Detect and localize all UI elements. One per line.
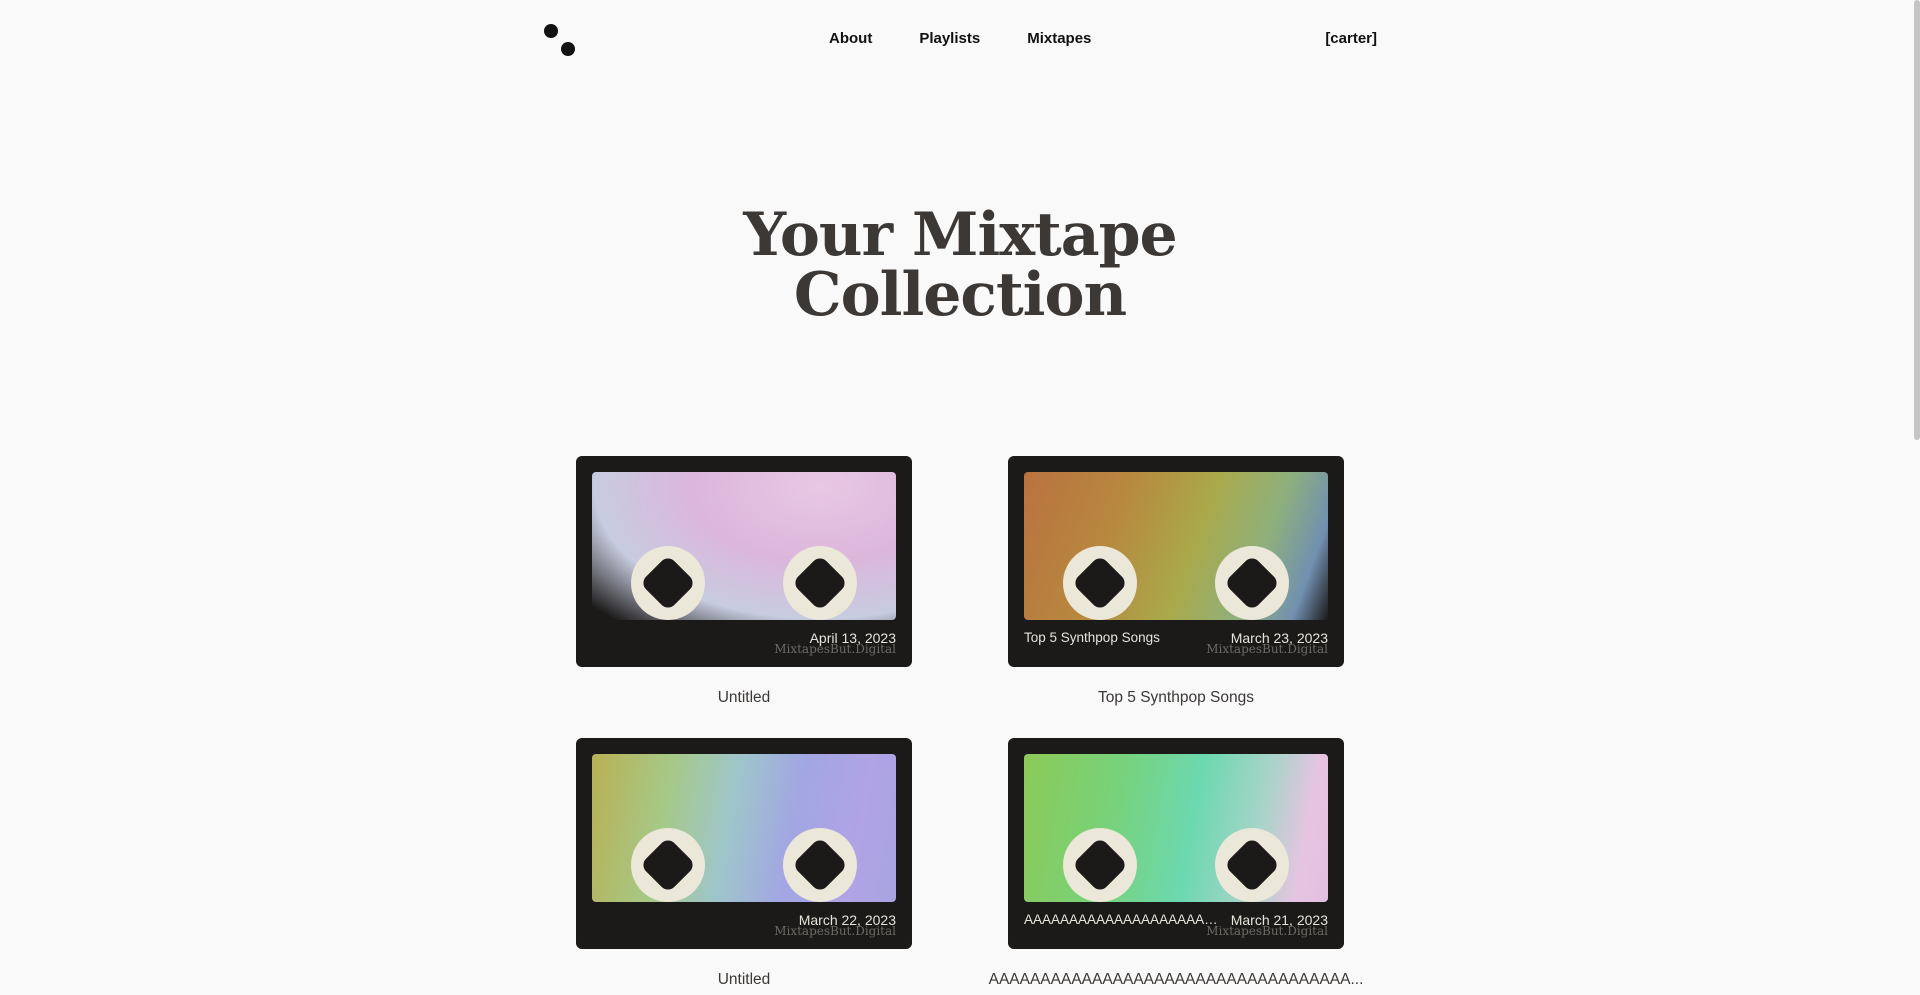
nav-about[interactable]: About <box>829 30 872 47</box>
nav-mixtapes[interactable]: Mixtapes <box>1027 30 1091 47</box>
card-name: AAAAAAAAAAAAAAAAAAAAAAAAAAAAAAAAAAA <box>1024 912 1224 927</box>
reel-hub <box>1071 836 1129 894</box>
mixtape-item: Top 5 Synthpop Songs March 23, 2023 Mixt… <box>1008 456 1344 707</box>
mixtape-card[interactable]: April 13, 2023 MixtapesBut.Digital <box>576 456 912 667</box>
reel-hub <box>639 554 697 612</box>
page-title-line-1: Your Mixtape <box>743 200 1177 270</box>
mixtape-caption[interactable]: AAAAAAAAAAAAAAAAAAAAAAAAAAAAAAAAAAA... <box>976 971 1376 989</box>
logo-icon[interactable] <box>544 24 578 58</box>
reel-hub <box>791 554 849 612</box>
cassette-reel <box>631 546 705 620</box>
card-brand: MixtapesBut.Digital <box>774 642 896 656</box>
mixtape-caption[interactable]: Top 5 Synthpop Songs <box>976 689 1376 707</box>
reel-hub <box>639 836 697 894</box>
mixtape-caption[interactable]: Untitled <box>576 689 912 707</box>
mixtape-item: April 13, 2023 MixtapesBut.Digital Untit… <box>576 456 912 707</box>
page-title-line-2: Collection <box>793 260 1127 330</box>
card-name: Top 5 Synthpop Songs <box>1024 630 1160 645</box>
mixtape-caption[interactable]: Untitled <box>576 971 912 989</box>
logo-dot <box>561 42 575 56</box>
user-menu[interactable]: [carter] <box>1325 30 1377 47</box>
site-header: About Playlists Mixtapes [carter] <box>544 20 1377 60</box>
reel-hub <box>1223 554 1281 612</box>
reel-hub <box>1071 554 1129 612</box>
cassette-reel <box>783 546 857 620</box>
mixtape-card[interactable]: Top 5 Synthpop Songs March 23, 2023 Mixt… <box>1008 456 1344 667</box>
cassette-reel <box>1215 546 1289 620</box>
mixtape-card[interactable]: AAAAAAAAAAAAAAAAAAAAAAAAAAAAAAAAAAA Marc… <box>1008 738 1344 949</box>
card-brand: MixtapesBut.Digital <box>1206 924 1328 938</box>
page-scrollbar[interactable] <box>1914 0 1920 440</box>
reel-hub <box>791 836 849 894</box>
mixtape-item: AAAAAAAAAAAAAAAAAAAAAAAAAAAAAAAAAAA Marc… <box>989 738 1363 989</box>
cassette-reel <box>783 828 857 902</box>
reel-hub <box>1223 836 1281 894</box>
card-brand: MixtapesBut.Digital <box>774 924 896 938</box>
mixtape-item: March 22, 2023 MixtapesBut.Digital Untit… <box>576 738 912 989</box>
cassette-reel <box>1063 828 1137 902</box>
nav-playlists[interactable]: Playlists <box>919 30 980 47</box>
main-nav: About Playlists Mixtapes <box>829 30 1091 47</box>
card-brand: MixtapesBut.Digital <box>1206 642 1328 656</box>
page-title: Your Mixtape Collection <box>0 205 1920 325</box>
cassette-reel <box>1215 828 1289 902</box>
page: About Playlists Mixtapes [carter] Your M… <box>0 0 1920 995</box>
cassette-reel <box>1063 546 1137 620</box>
mixtape-card[interactable]: March 22, 2023 MixtapesBut.Digital <box>576 738 912 949</box>
logo-dot <box>544 24 558 38</box>
cassette-reel <box>631 828 705 902</box>
